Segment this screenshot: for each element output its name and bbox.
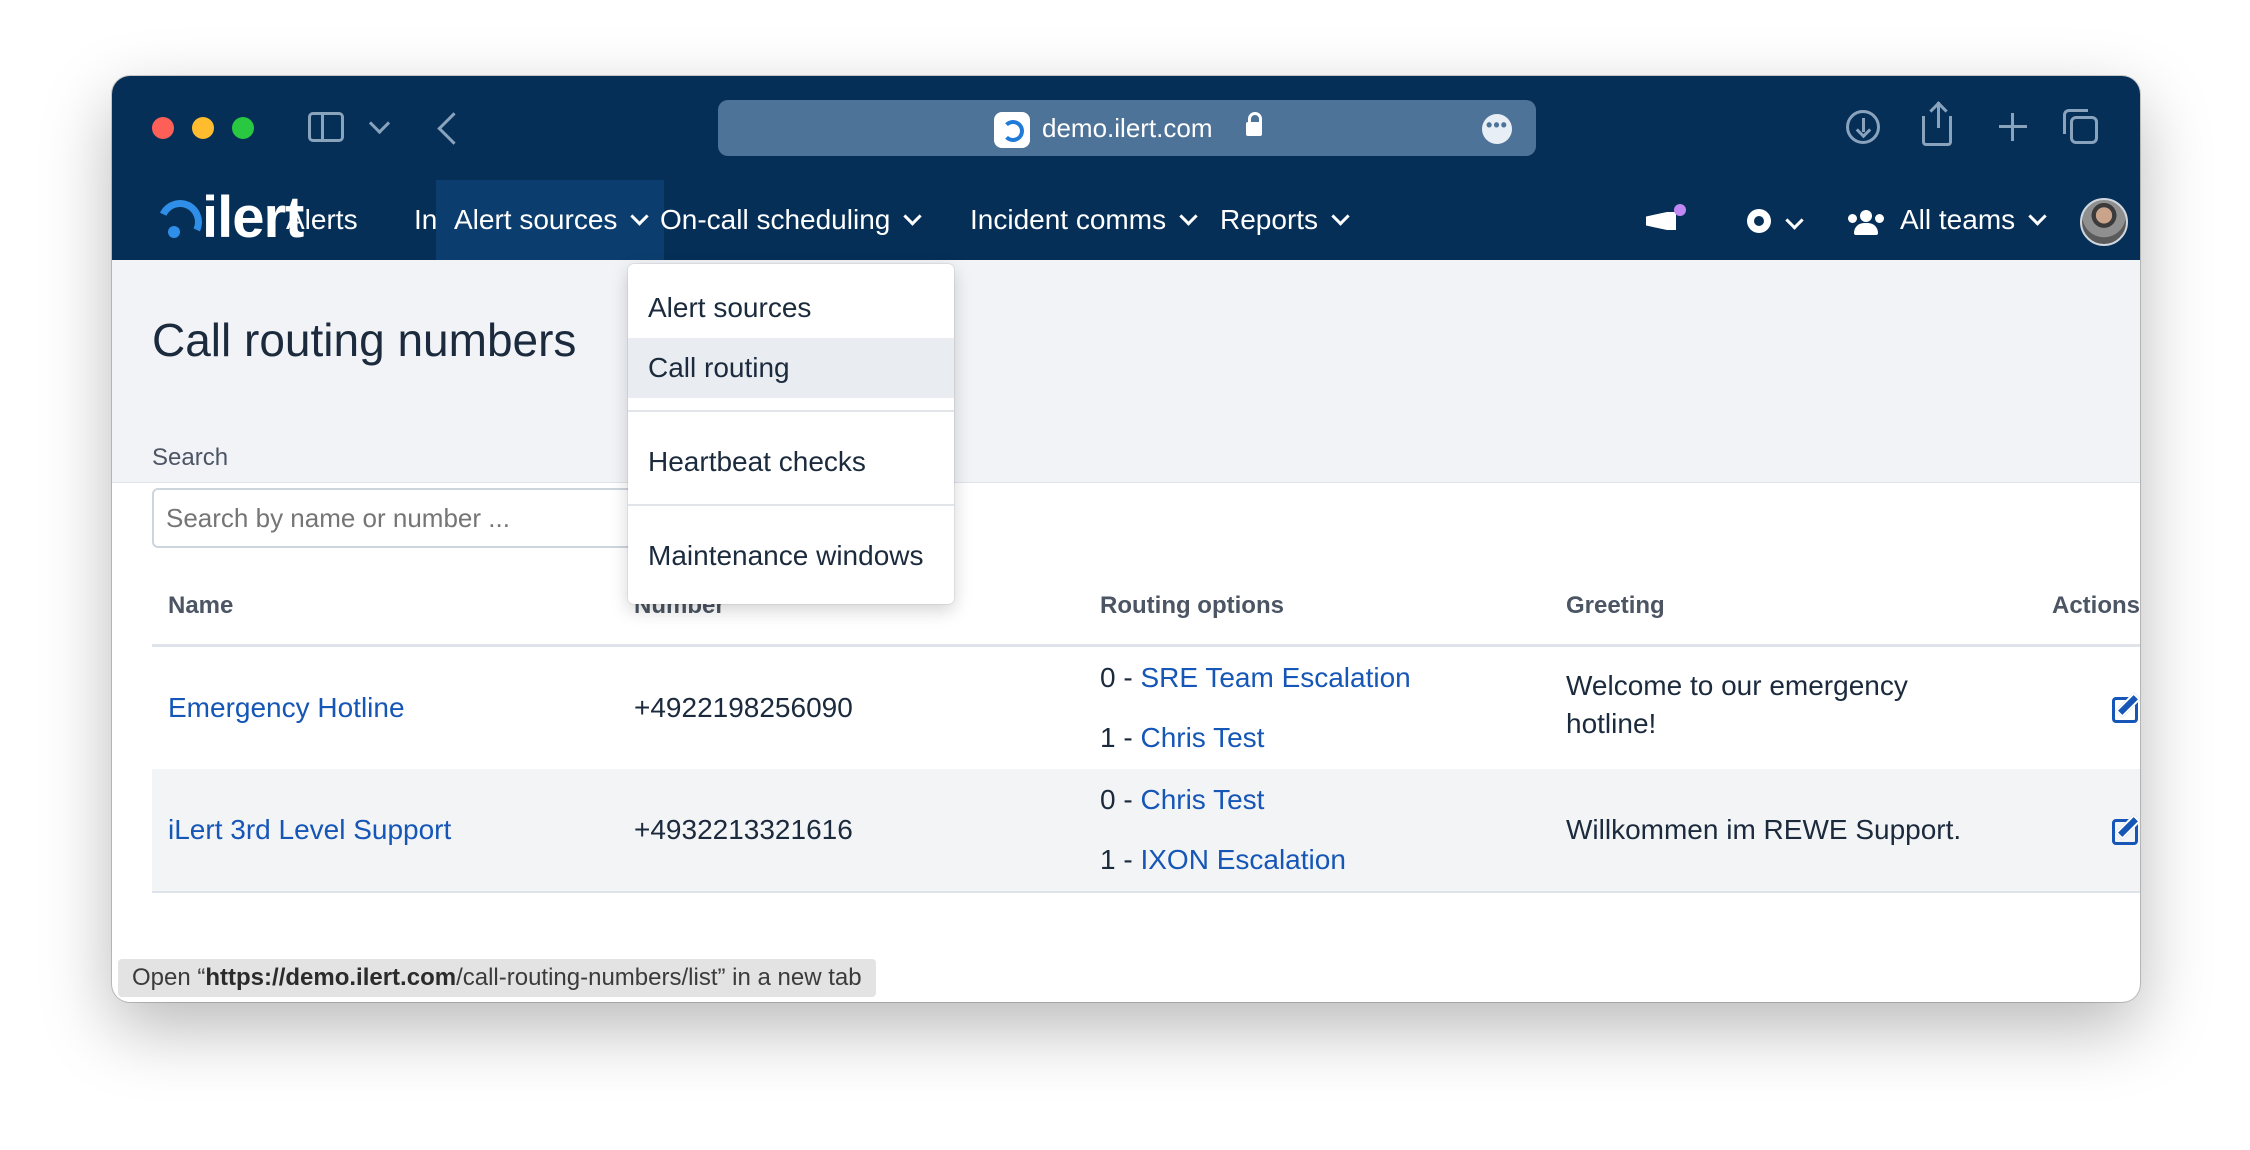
gear-icon[interactable] xyxy=(1744,206,1774,236)
status-suffix: ” in a new tab xyxy=(717,964,862,991)
team-icon[interactable] xyxy=(1848,210,1884,235)
row-number: +4922198256090 xyxy=(634,692,853,723)
page-header: Call routing numbers xyxy=(112,260,2140,483)
nav-alerts-label: Alerts xyxy=(286,204,358,235)
dropdown-item-call-routing[interactable]: Call routing xyxy=(628,338,954,398)
table-row: iLert 3rd Level Support +4932213321616 0… xyxy=(152,769,2140,893)
row-name-link[interactable]: iLert 3rd Level Support xyxy=(168,811,451,849)
browser-window: demo.ilert.com ••• ilert Alerts Incident… xyxy=(112,76,2140,1002)
status-prefix: Open “ xyxy=(132,964,206,991)
chevron-down-icon xyxy=(903,207,923,226)
app-navbar: ilert Alerts Incidents Alert sources On-… xyxy=(112,180,2140,260)
dropdown-divider xyxy=(628,410,954,412)
download-icon[interactable] xyxy=(1846,110,1880,144)
edit-icon[interactable] xyxy=(2112,697,2138,723)
routing-key: 1 - xyxy=(1100,722,1133,753)
chevron-down-icon xyxy=(1179,207,1198,226)
dropdown-item-alert-sources[interactable]: Alert sources xyxy=(628,278,954,338)
close-window-button[interactable] xyxy=(152,117,174,139)
row-greeting: Welcome to our emergency hotline! xyxy=(1566,670,1908,739)
column-header-actions: Actions xyxy=(2052,592,2140,619)
share-icon[interactable] xyxy=(1922,102,1952,146)
nav-alerts[interactable]: Alerts xyxy=(268,180,376,260)
chevron-down-icon[interactable] xyxy=(368,112,391,135)
status-path: /call-routing-numbers/list xyxy=(456,964,718,991)
row-number: +4932213321616 xyxy=(634,814,853,845)
new-tab-icon[interactable] xyxy=(1996,110,2030,144)
site-favicon-icon xyxy=(994,112,1030,148)
routing-target-link[interactable]: Chris Test xyxy=(1140,722,1264,753)
routing-option: 0 - SRE Team Escalation xyxy=(1100,659,1411,697)
link-status-bar: Open “https://demo.ilert.com/call-routin… xyxy=(118,959,876,997)
notification-dot xyxy=(1674,204,1686,216)
nav-reports-label: Reports xyxy=(1220,204,1319,235)
megaphone-body xyxy=(1646,212,1676,230)
column-header-routing-options: Routing options xyxy=(1100,592,1284,619)
row-name-link[interactable]: Emergency Hotline xyxy=(168,689,405,727)
chevron-down-icon xyxy=(2028,207,2047,226)
nav-reports[interactable]: Reports xyxy=(1202,180,1365,260)
nav-alert-sources-label: Alert sources xyxy=(454,204,618,235)
edit-icon[interactable] xyxy=(2112,819,2138,845)
routing-option: 0 - Chris Test xyxy=(1100,781,1264,819)
dropdown-item-maintenance-windows[interactable]: Maintenance windows xyxy=(628,526,954,586)
sidebar-toggle-icon[interactable] xyxy=(308,112,344,142)
routing-target-link[interactable]: IXON Escalation xyxy=(1140,844,1345,875)
routing-key: 0 - xyxy=(1100,784,1133,815)
routing-key: 1 - xyxy=(1100,844,1133,875)
routing-target-link[interactable]: SRE Team Escalation xyxy=(1140,662,1410,693)
routing-option: 1 - IXON Escalation xyxy=(1100,841,1346,879)
page-title: Call routing numbers xyxy=(152,314,577,366)
column-header-name[interactable]: Name xyxy=(168,592,233,620)
back-arrow-icon[interactable] xyxy=(437,112,470,145)
routing-key: 0 - xyxy=(1100,662,1133,693)
search-label: Search xyxy=(152,444,229,471)
announcements-megaphone-icon[interactable] xyxy=(1646,204,1686,236)
user-avatar[interactable] xyxy=(2080,198,2128,246)
nav-incident-comms[interactable]: Incident comms xyxy=(952,180,1213,260)
tab-overview-icon[interactable] xyxy=(2063,109,2098,144)
nav-alert-sources[interactable]: Alert sources xyxy=(436,180,665,260)
address-bar[interactable]: demo.ilert.com ••• xyxy=(718,100,1536,156)
all-teams-label: All teams xyxy=(1900,204,2016,235)
nav-on-call-scheduling[interactable]: On-call scheduling xyxy=(642,180,937,260)
logo-mark-icon xyxy=(151,193,209,251)
dropdown-divider xyxy=(628,504,954,506)
minimize-window-button[interactable] xyxy=(192,117,214,139)
nav-all-teams[interactable]: All teams xyxy=(1886,180,2062,260)
lock-icon xyxy=(1246,112,1262,136)
alert-sources-dropdown: Alert sources Call routing Heartbeat che… xyxy=(628,264,954,604)
zoom-window-button[interactable] xyxy=(232,117,254,139)
nav-on-call-label: On-call scheduling xyxy=(660,204,891,235)
chevron-down-icon xyxy=(1331,207,1350,226)
table-row: Emergency Hotline +4922198256090 0 - SRE… xyxy=(152,647,2140,771)
page-menu-button[interactable]: ••• xyxy=(1482,114,1512,144)
status-host: https://demo.ilert.com xyxy=(205,964,457,991)
gear-hole xyxy=(1754,216,1764,226)
row-greeting: Willkommen im REWE Support. xyxy=(1566,814,1962,845)
browser-toolbar: demo.ilert.com ••• xyxy=(112,76,2140,180)
chevron-down-icon[interactable] xyxy=(1785,211,1804,230)
column-header-greeting: Greeting xyxy=(1566,592,1665,619)
logo-dot-icon xyxy=(168,226,180,238)
dropdown-item-heartbeat-checks[interactable]: Heartbeat checks xyxy=(628,432,954,492)
routing-option: 1 - Chris Test xyxy=(1100,719,1264,757)
routing-target-link[interactable]: Chris Test xyxy=(1140,784,1264,815)
nav-incident-comms-label: Incident comms xyxy=(970,204,1167,235)
address-text: demo.ilert.com xyxy=(1042,113,1213,143)
